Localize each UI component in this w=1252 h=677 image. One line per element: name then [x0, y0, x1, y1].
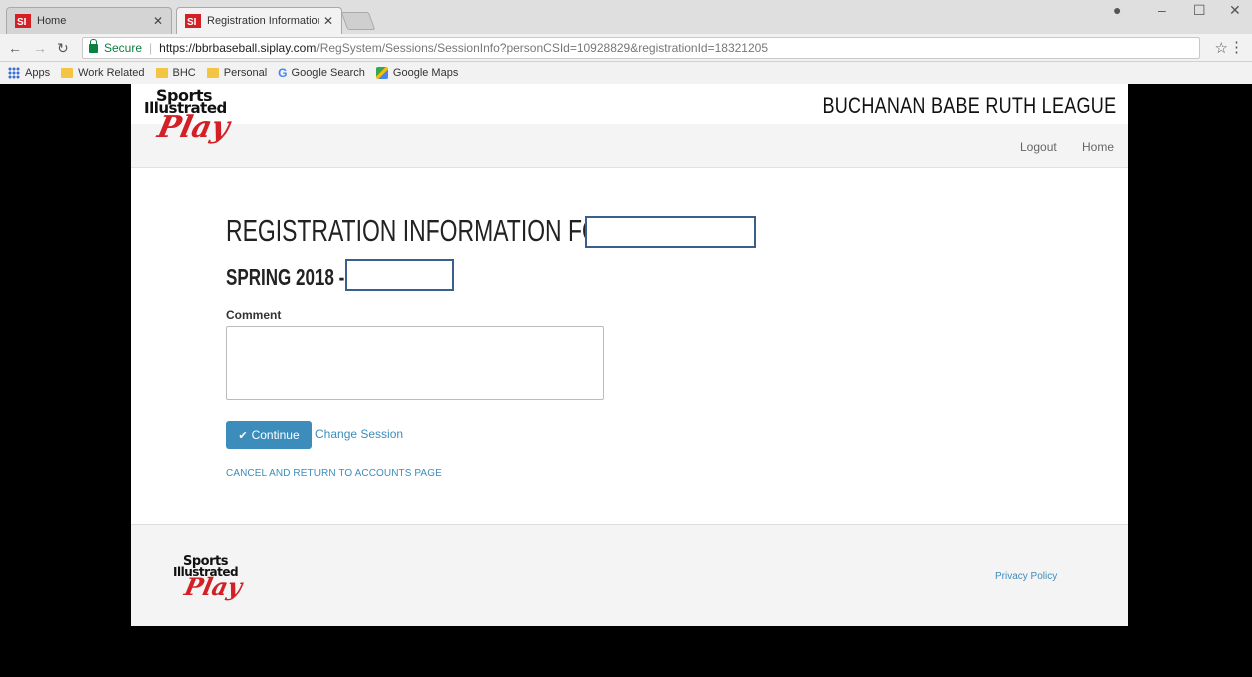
apps-grid-icon — [8, 67, 20, 79]
change-session-link[interactable]: Change Session — [315, 427, 403, 441]
reload-icon[interactable]: ↻ — [57, 40, 69, 57]
redacted-session-name — [345, 259, 454, 291]
bookmark-google-maps[interactable]: Google Maps — [375, 67, 459, 79]
bookmark-label: Personal — [223, 67, 268, 79]
address-bar[interactable]: Secure | https://bbrbaseball.siplay.com /… — [82, 37, 1200, 59]
site-header: Logout Home Sports Illustrated Play BUCH… — [131, 84, 1128, 168]
logout-link[interactable]: Logout — [1020, 140, 1057, 154]
window-close-icon[interactable]: ✕ — [1229, 2, 1241, 19]
forward-arrow-icon[interactable]: → — [33, 40, 47, 56]
address-separator: | — [149, 41, 153, 55]
tab-registration-information[interactable]: SI Registration Information ✕ — [176, 7, 342, 34]
close-icon[interactable]: ✕ — [323, 14, 333, 28]
folder-icon — [206, 68, 219, 78]
bookmark-star-icon[interactable]: ☆ — [1215, 39, 1228, 57]
logo-line-play: Play — [154, 110, 233, 145]
google-icon: G — [278, 66, 288, 80]
url-host: https://bbrbaseball.siplay.com — [159, 41, 317, 55]
bookmark-label: Google Search — [291, 67, 365, 79]
session-subtitle: SPRING 2018 - — [226, 264, 345, 290]
bookmark-bhc[interactable]: BHC — [155, 67, 196, 79]
browser-toolbar: ← → ↻ Secure | https://bbrbaseball.sipla… — [0, 34, 1252, 62]
tab-title: Registration Information — [207, 15, 319, 27]
continue-button[interactable]: ✔ Continue — [226, 421, 312, 449]
tab-home[interactable]: SI Home ✕ — [6, 7, 172, 34]
close-icon[interactable]: ✕ — [153, 14, 163, 28]
bookmarks-bar: Apps Work Related BHC Personal G Google S… — [0, 62, 1252, 84]
league-name: BUCHANAN BABE RUTH LEAGUE — [822, 93, 1116, 118]
secure-label: Secure — [104, 41, 143, 55]
bookmark-label: Google Maps — [392, 67, 459, 79]
minimize-icon[interactable]: – — [1158, 2, 1166, 18]
page-title: REGISTRATION INFORMATION FOR — [226, 213, 617, 248]
checkmark-icon: ✔ — [238, 429, 248, 442]
lock-icon — [89, 38, 98, 53]
bookmark-work-related[interactable]: Work Related — [61, 67, 145, 79]
comment-textarea[interactable] — [226, 326, 604, 400]
new-tab-button[interactable] — [340, 12, 376, 30]
folder-icon — [61, 68, 74, 78]
browser-tabstrip: SI Home ✕ SI Registration Information ✕ … — [0, 0, 1252, 34]
siplay-favicon-icon: SI — [185, 14, 201, 28]
footer-sports-illustrated-play-logo[interactable]: Sports Illustrated Play — [173, 555, 245, 601]
svg-text:SI: SI — [17, 17, 27, 28]
menu-kebab-icon[interactable]: ⋮ — [1229, 38, 1244, 56]
svg-text:SI: SI — [187, 17, 197, 28]
url-path: /RegSystem/Sessions/SessionInfo?personCS… — [316, 41, 768, 55]
siplay-favicon-icon: SI — [15, 14, 31, 28]
cancel-return-link[interactable]: CANCEL AND RETURN TO ACCOUNTS PAGE — [226, 468, 442, 479]
profile-icon[interactable]: ● — [1113, 2, 1121, 18]
header-nav-bar: Logout Home — [131, 124, 1128, 168]
logo-line-play: Play — [182, 572, 245, 601]
sports-illustrated-play-logo[interactable]: Sports Illustrated Play — [144, 88, 233, 146]
bookmark-label: Apps — [25, 67, 51, 79]
redacted-player-name — [585, 216, 756, 248]
folder-icon — [155, 68, 168, 78]
back-arrow-icon[interactable]: ← — [8, 40, 22, 56]
bookmark-personal[interactable]: Personal — [206, 67, 268, 79]
maximize-icon[interactable]: ☐ — [1193, 2, 1206, 19]
privacy-policy-link[interactable]: Privacy Policy — [995, 571, 1057, 582]
home-link[interactable]: Home — [1082, 140, 1114, 154]
continue-label: Continue — [251, 428, 300, 442]
google-maps-icon — [375, 67, 388, 79]
page-container: Logout Home Sports Illustrated Play BUCH… — [131, 84, 1128, 626]
comment-label: Comment — [226, 308, 282, 322]
tab-title: Home — [37, 15, 67, 27]
bookmark-label: Work Related — [78, 67, 145, 79]
bookmark-apps[interactable]: Apps — [8, 67, 50, 79]
bookmark-google-search[interactable]: G Google Search — [278, 66, 365, 80]
bookmark-label: BHC — [172, 67, 196, 79]
site-footer: Sports Illustrated Play Privacy Policy — [131, 524, 1128, 626]
